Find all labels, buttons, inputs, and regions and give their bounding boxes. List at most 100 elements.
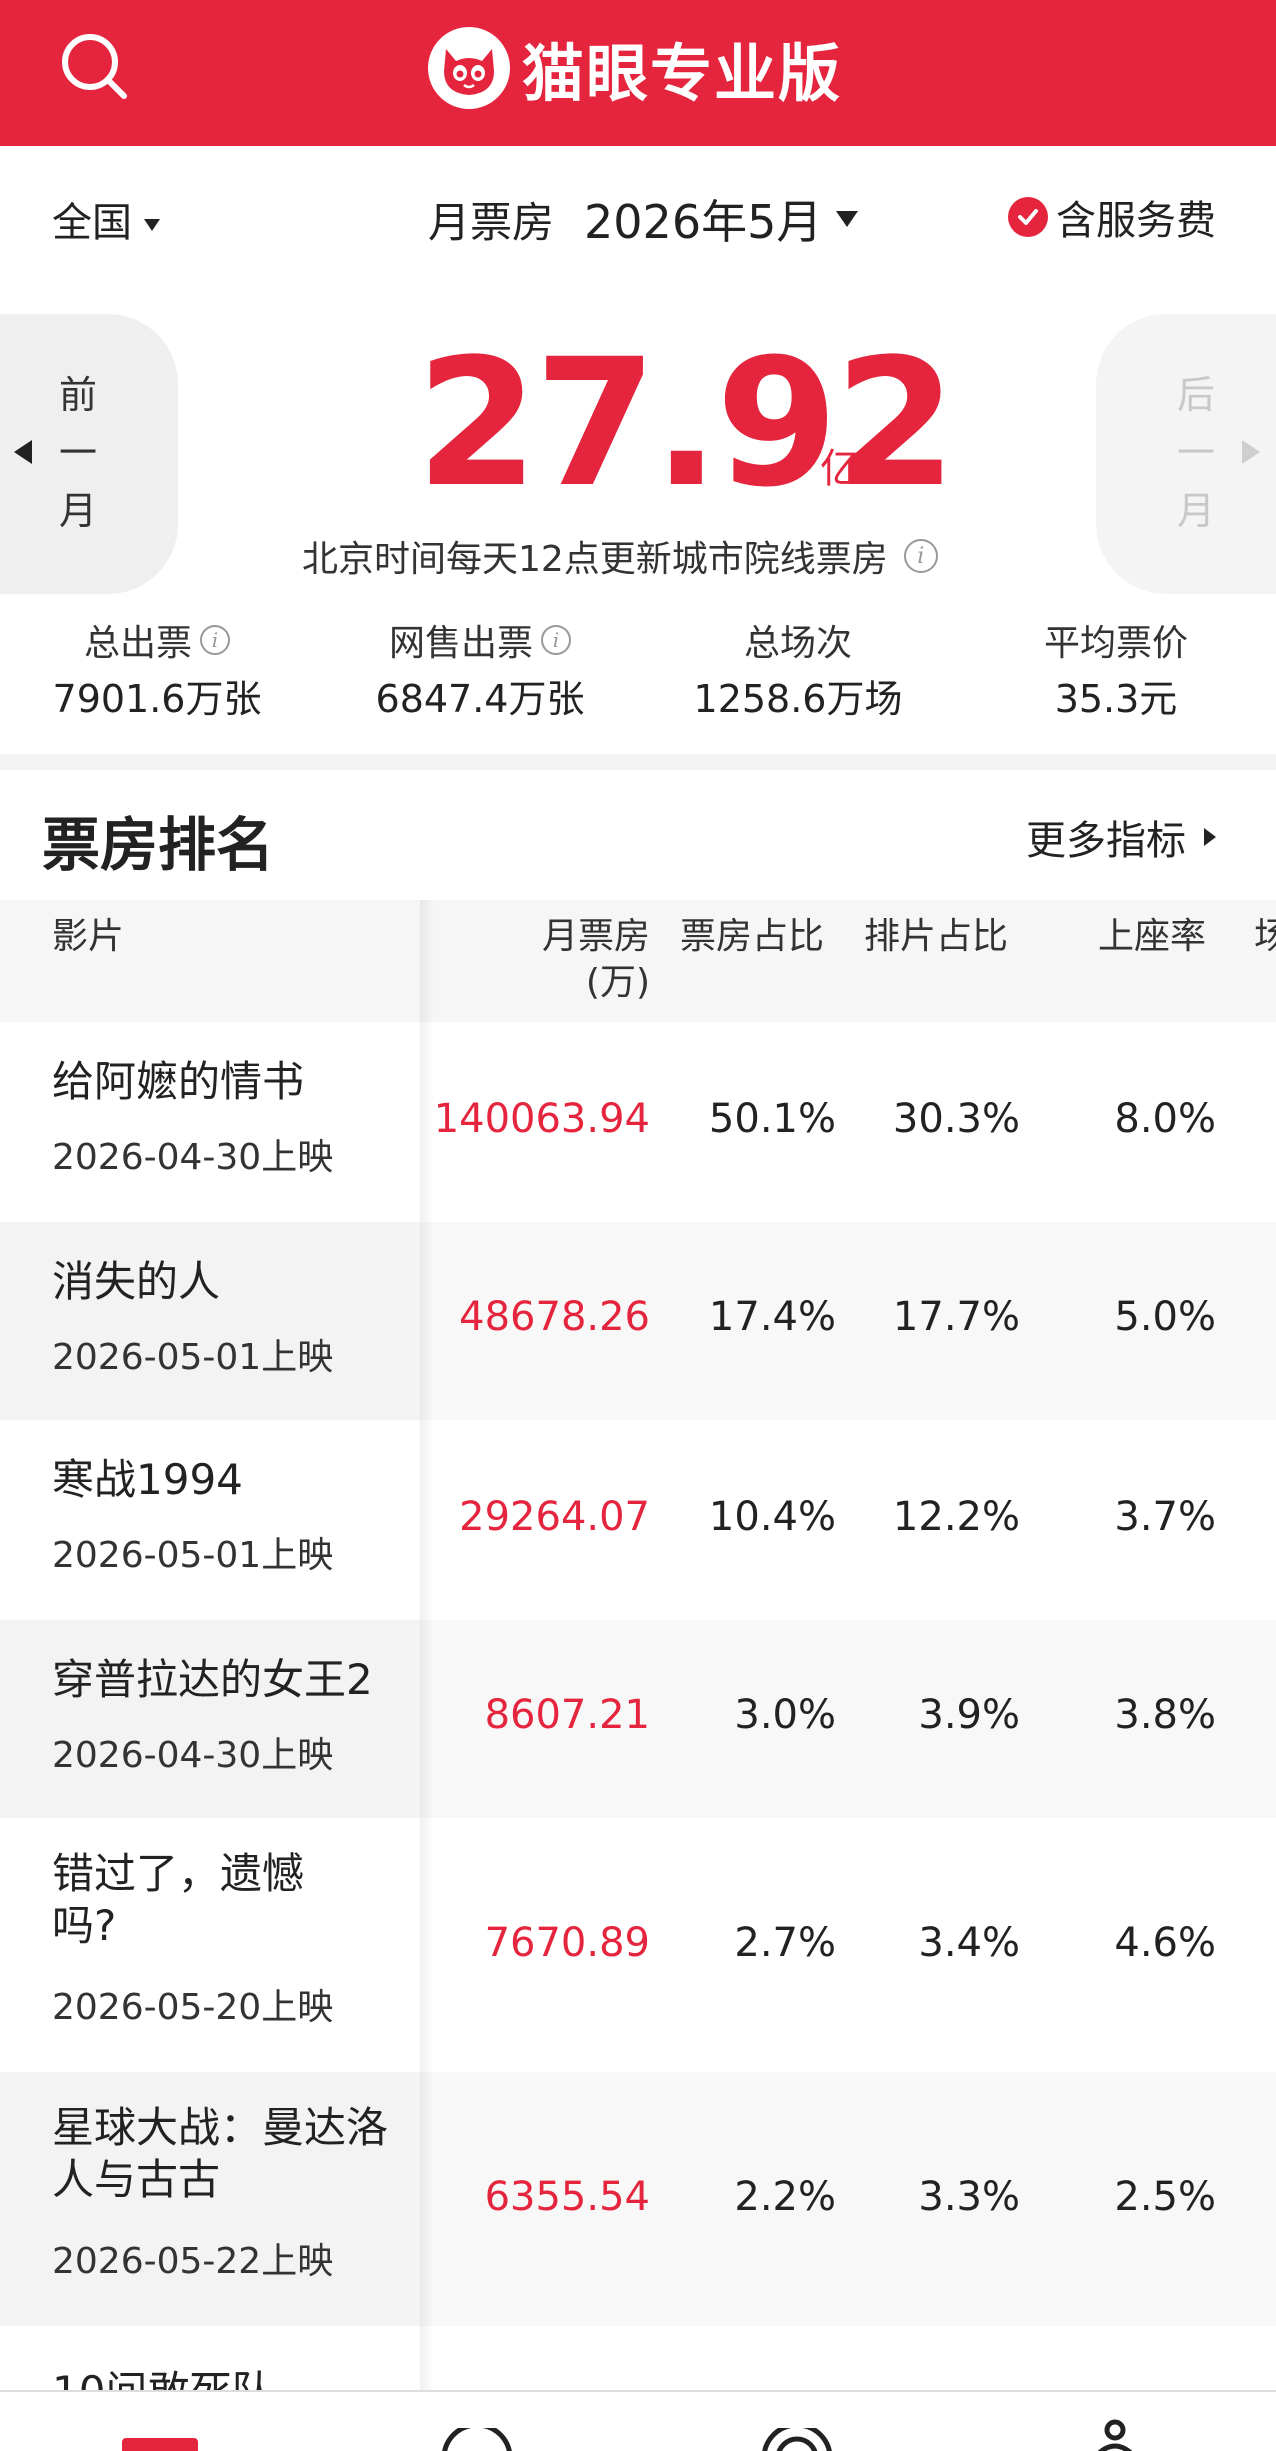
table-row[interactable]: 星球大战：曼达洛人与古古 2026-05-22上映 6355.54 2.2% 3…: [0, 2072, 1276, 2326]
col-film: 影片: [52, 916, 125, 957]
prev-month-button[interactable]: 前一月: [0, 314, 178, 594]
info-icon[interactable]: i: [903, 539, 938, 573]
film-title: 星球大战：曼达洛人与古古: [52, 2103, 389, 2204]
table-row[interactable]: 消失的人 2026-05-01上映 48678.26 17.4% 17.7% 5…: [0, 1222, 1276, 1420]
ranking-table[interactable]: 影片 月票房 (万) 票房占比 排片占比 上座率 场 给阿嬷的情书 2026-0…: [0, 900, 1276, 2390]
box-office-value: 140063.94: [433, 1096, 650, 1142]
bo-share-value: 50.1%: [708, 1096, 836, 1142]
table-row[interactable]: 给阿嬷的情书 2026-04-30上映 140063.94 50.1% 30.3…: [0, 1022, 1276, 1222]
row-film-cell: 错过了，遗憾吗? 2026-05-20上映: [0, 1818, 420, 2072]
stat-label: 平均票价: [1043, 623, 1188, 664]
stat-value: 1258.6万场: [693, 677, 903, 721]
bo-share-value: 17.4%: [708, 1294, 836, 1340]
col-box-office-unit: (万): [585, 962, 650, 1003]
update-note: 北京时间每天12点更新城市院线票房 i: [302, 530, 938, 582]
release-date: 2026-04-30上映: [52, 1137, 334, 1178]
tab-home-icon[interactable]: [122, 2438, 198, 2451]
release-date: 2026-05-22上映: [52, 2241, 334, 2282]
search-icon: [62, 34, 127, 99]
chevron-down-icon: [144, 219, 160, 231]
region-label: 全国: [52, 200, 132, 246]
col-box-office[interactable]: 月票房 (万): [520, 914, 650, 1006]
show-share-value: 12.2%: [892, 1494, 1020, 1540]
row-film-cell: 给阿嬷的情书 2026-04-30上映: [0, 1022, 420, 1222]
film-title: 10问敢死队: [52, 2366, 402, 2390]
total-unit: 亿: [820, 446, 860, 492]
tab-icon-4[interactable]: [1090, 2414, 1140, 2451]
row-film-cell: 星球大战：曼达洛人与古古 2026-05-22上映: [0, 2072, 420, 2326]
checkmark-icon: [1008, 197, 1048, 237]
region-selector[interactable]: 全国: [52, 190, 160, 248]
show-share-value: 3.4%: [918, 1920, 1020, 1966]
bo-share-value: 2.7%: [734, 1920, 836, 1966]
table-header: 影片 月票房 (万) 票房占比 排片占比 上座率 场: [0, 900, 1276, 1022]
info-icon[interactable]: i: [200, 625, 230, 655]
table-row[interactable]: 寒战1994 2026-05-01上映 29264.07 10.4% 12.2%…: [0, 1420, 1276, 1620]
month-label: 2026年5月: [584, 195, 823, 249]
col-box-office-label: 月票房: [541, 916, 650, 957]
show-share-value: 3.9%: [918, 1692, 1020, 1738]
ranking-title: 票房排名: [42, 811, 275, 879]
caret-right-icon: [1204, 828, 1216, 846]
prev-month-label: 前一月: [58, 373, 97, 533]
filter-bar: 全国 月票房 2026年5月 含服务费: [0, 146, 1276, 286]
release-date: 2026-05-01上映: [52, 1535, 334, 1576]
brand-title: 猫眼专业版: [522, 37, 843, 110]
row-film-cell: 消失的人 2026-05-01上映: [0, 1222, 420, 1420]
stat-total-tickets: 总出票 i 7901.6万张: [52, 616, 262, 723]
section-divider: [0, 754, 1276, 770]
brand: 猫眼专业版: [428, 18, 842, 118]
box-office-value: 6355.54: [484, 2174, 650, 2220]
service-fee-toggle[interactable]: 含服务费: [1008, 188, 1216, 246]
box-office-value: 8607.21: [484, 1692, 650, 1738]
col-show-share[interactable]: 排片占比: [864, 914, 1008, 960]
period-selector[interactable]: 月票房 2026年5月: [428, 186, 859, 252]
occupancy-value: 4.6%: [1114, 1920, 1216, 1966]
caret-right-icon: [1242, 440, 1260, 464]
total-box-office: 27.92: [416, 321, 957, 526]
bo-share-value: 10.4%: [708, 1494, 836, 1540]
service-fee-label: 含服务费: [1056, 198, 1216, 244]
more-metrics-button[interactable]: 更多指标: [1026, 808, 1216, 866]
col-occupancy[interactable]: 上座率: [1098, 914, 1206, 960]
col-more[interactable]: 场: [1254, 914, 1276, 960]
row-film-cell: 穿普拉达的女王2 2026-04-30上映: [0, 1620, 420, 1818]
search-button[interactable]: [56, 28, 132, 104]
tab-icon-2[interactable]: [440, 2428, 514, 2451]
info-icon[interactable]: i: [541, 625, 571, 655]
box-office-value: 29264.07: [459, 1494, 650, 1540]
col-bo-share[interactable]: 票房占比: [680, 914, 824, 960]
occupancy-value: 2.5%: [1114, 2174, 1216, 2220]
period-type-label: 月票房: [428, 197, 555, 247]
more-metrics-label: 更多指标: [1026, 818, 1186, 864]
table-row[interactable]: 10问敢死队: [0, 2326, 1276, 2390]
stat-value: 35.3元: [1054, 677, 1178, 721]
update-note-text: 北京时间每天12点更新城市院线票房: [302, 539, 888, 580]
film-title: 穿普拉达的女王2: [52, 1655, 373, 1704]
release-date: 2026-05-01上映: [52, 1337, 334, 1378]
stats-row: 总出票 i 7901.6万张 网售出票 i 6847.4万张 总场次 1258.6万…: [0, 616, 1276, 756]
bo-share-value: 3.0%: [734, 1692, 836, 1738]
cat-logo-icon: [428, 27, 510, 109]
table-row[interactable]: 错过了，遗憾吗? 2026-05-20上映 7670.89 2.7% 3.4% …: [0, 1818, 1276, 2072]
occupancy-value: 3.7%: [1114, 1494, 1216, 1540]
table-row[interactable]: 穿普拉达的女王2 2026-04-30上映 8607.21 3.0% 3.9% …: [0, 1620, 1276, 1818]
fixed-column-shadow: [420, 900, 434, 2390]
box-office-value: 48678.26: [459, 1294, 650, 1340]
stat-label: 总场次: [743, 623, 852, 664]
tab-icon-3[interactable]: [760, 2428, 834, 2451]
row-film-cell: 10问敢死队: [0, 2326, 420, 2390]
occupancy-value: 3.8%: [1114, 1692, 1216, 1738]
caret-left-icon: [14, 440, 32, 464]
stat-value: 7901.6万张: [52, 677, 262, 721]
film-title: 消失的人: [52, 1257, 221, 1306]
stat-avg-price: 平均票价 35.3元: [1016, 616, 1216, 723]
show-share-value: 3.3%: [918, 2174, 1020, 2220]
stat-online-tickets: 网售出票 i 6847.4万张: [370, 616, 590, 723]
chevron-down-icon: [836, 211, 859, 227]
next-month-button[interactable]: 后一月: [1096, 314, 1276, 594]
film-title: 给阿嬷的情书: [52, 1057, 305, 1106]
app-header: 猫眼专业版: [0, 0, 1276, 146]
occupancy-value: 8.0%: [1114, 1096, 1216, 1142]
film-title: 错过了，遗憾吗?: [52, 1849, 305, 1950]
